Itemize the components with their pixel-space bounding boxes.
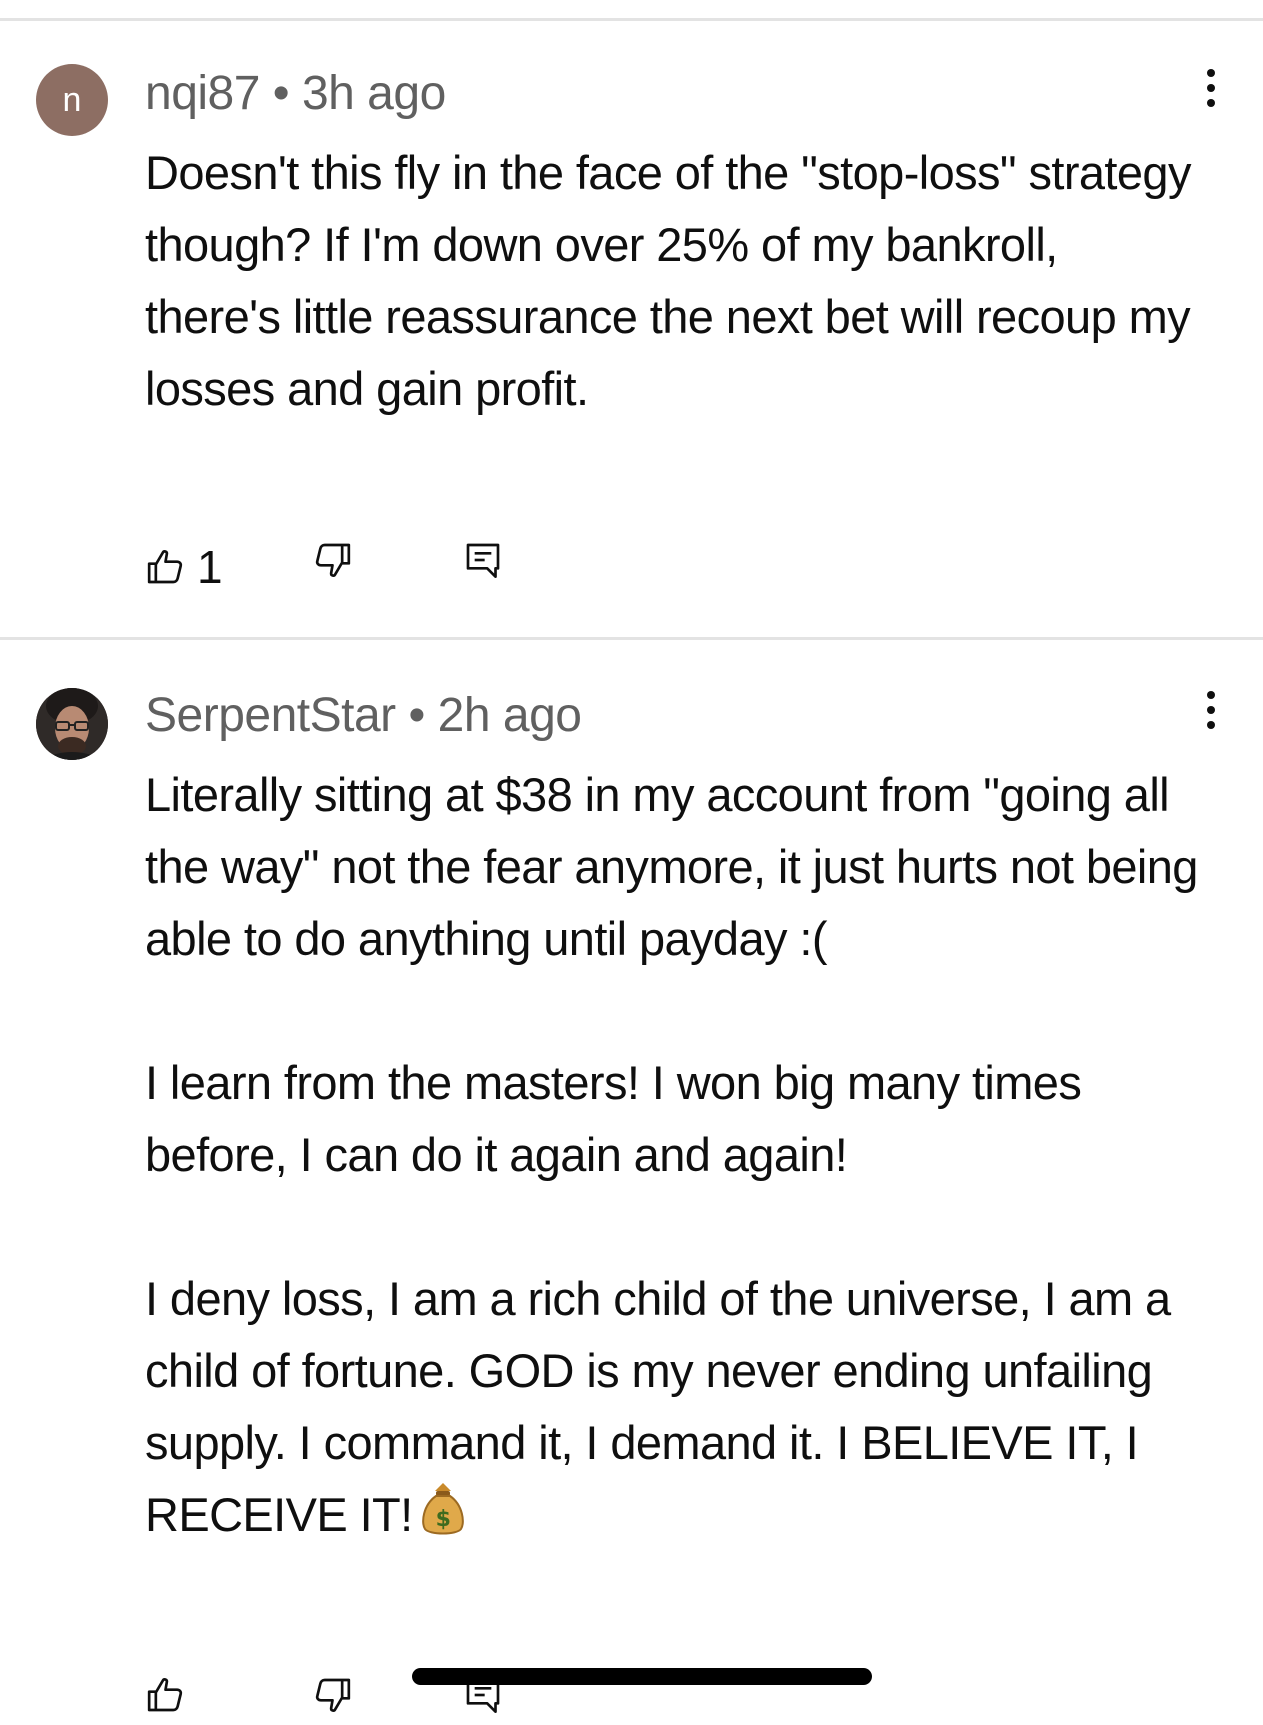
dislike-button[interactable] — [313, 540, 353, 580]
comment-divider — [0, 637, 1263, 640]
more-vertical-icon — [1207, 691, 1215, 729]
comment-paragraph: I learn from the masters! I won big many… — [145, 1056, 1082, 1181]
like-button[interactable]: 1 — [145, 540, 223, 594]
comment-paragraph-text: I deny loss, I am a rich child of the un… — [145, 1272, 1171, 1541]
home-indicator[interactable] — [412, 1668, 872, 1685]
comment-paragraph: Literally sitting at $38 in my account f… — [145, 768, 1198, 965]
more-vertical-icon — [1207, 69, 1215, 107]
comment-text: Doesn't this fly in the face of the "sto… — [145, 137, 1205, 425]
comment-actions: 1 — [145, 540, 545, 593]
timestamp: 2h ago — [437, 689, 582, 742]
author-name[interactable]: nqi87 — [145, 67, 260, 120]
thumbs-down-icon — [315, 543, 351, 577]
avatar[interactable]: n — [36, 64, 108, 136]
header-separator: • — [408, 689, 426, 742]
reply-button[interactable] — [463, 540, 503, 580]
comment-header: SerpentStar • 2h ago — [145, 688, 582, 743]
more-options-button[interactable] — [1196, 686, 1226, 734]
thumbs-up-icon — [147, 550, 183, 584]
dislike-button[interactable] — [313, 1675, 353, 1715]
avatar[interactable] — [36, 688, 108, 760]
comment-text: Literally sitting at $38 in my account f… — [145, 759, 1205, 1557]
like-button[interactable] — [145, 1675, 185, 1715]
money-bag-icon: $ — [419, 1481, 467, 1557]
svg-text:$: $ — [435, 1507, 450, 1532]
header-separator: • — [272, 67, 290, 120]
comment-paragraph: I deny loss, I am a rich child of the un… — [145, 1263, 1205, 1557]
thumbs-down-icon — [315, 1678, 351, 1712]
like-count: 1 — [197, 541, 223, 593]
reply-icon — [466, 543, 500, 578]
top-divider — [0, 18, 1263, 21]
profile-photo — [36, 688, 108, 760]
comment-paragraph: Doesn't this fly in the face of the "sto… — [145, 146, 1191, 415]
timestamp: 3h ago — [301, 67, 446, 120]
avatar-letter: n — [62, 80, 82, 119]
comment-header: nqi87 • 3h ago — [145, 66, 446, 121]
thumbs-up-icon — [147, 1678, 183, 1712]
author-name[interactable]: SerpentStar — [145, 689, 396, 742]
more-options-button[interactable] — [1196, 64, 1226, 112]
